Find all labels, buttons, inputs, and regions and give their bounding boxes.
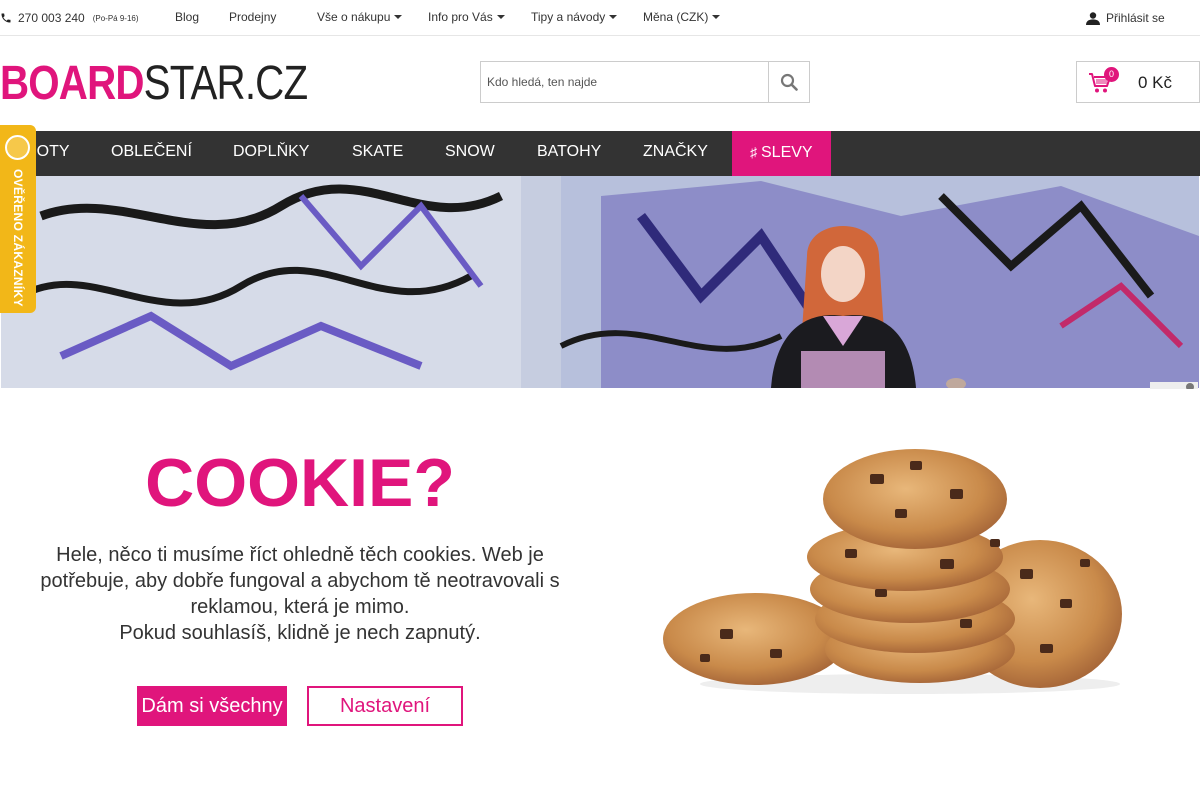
caret-down-icon [496, 15, 505, 19]
phone-number[interactable]: 270 003 240 [18, 11, 85, 25]
tips-label: Tipy a návody [531, 10, 606, 24]
sale-label: SLEVY [761, 144, 813, 161]
cookies-image [663, 449, 1122, 694]
currency-label: Měna (CZK) [643, 10, 709, 24]
cookie-title: COOKIE? [145, 445, 455, 521]
phone-hours: (Po-Pá 9-16) [92, 13, 139, 23]
site-logo[interactable]: BOARD STAR.CZ [0, 57, 308, 110]
nav-item-clothing[interactable]: OBLEČENÍ [111, 131, 192, 176]
search-icon [780, 73, 798, 91]
logo-board: BOARD [0, 57, 144, 110]
blog-link[interactable]: Blog [175, 10, 199, 24]
search-input[interactable] [481, 62, 768, 102]
cookie-text-agree: Pokud souhlasíš, klidně je nech zapnutý. [119, 622, 481, 644]
cookie-text-main: Hele, něco ti musíme říct ohledně těch c… [40, 544, 560, 618]
search-bar [480, 61, 810, 103]
info-for-you-dropdown[interactable]: Info pro Vás [428, 10, 505, 24]
nav-item-skate[interactable]: SKATE [352, 131, 403, 176]
nav-item-snow[interactable]: SNOW [445, 131, 495, 176]
tips-dropdown[interactable]: Tipy a návody [531, 10, 618, 24]
user-icon [1086, 11, 1100, 25]
nav-item-accessories[interactable]: DOPLŇKY [233, 131, 309, 176]
login-link[interactable]: Přihlásit se [1086, 11, 1165, 25]
shopping-info-label: Vše o nákupu [317, 10, 391, 24]
cart-total: 0 Kč [1137, 73, 1172, 92]
nav-item-backpacks[interactable]: BATOHY [537, 131, 601, 176]
nav-item-sale[interactable]: ♯ SLEVY [732, 131, 831, 176]
stores-link[interactable]: Prodejny [229, 10, 276, 24]
hero-graffiti-image [1, 176, 1199, 388]
top-bar: 270 003 240 (Po-Pá 9-16) Blog Prodejny V… [0, 0, 1200, 36]
shopping-info-dropdown[interactable]: Vše o nákupu [317, 10, 403, 24]
nav-item-brands[interactable]: ZNAČKY [643, 131, 708, 176]
main-nav: BOTY OBLEČENÍ DOPLŇKY SKATE SNOW BATOHY … [0, 131, 1200, 176]
phone-icon [1, 13, 11, 23]
tag-icon: ♯ [750, 144, 757, 160]
info-for-you-label: Info pro Vás [428, 10, 493, 24]
login-label: Přihlásit se [1106, 11, 1165, 25]
cookie-settings-button[interactable]: Nastavení [307, 686, 463, 726]
logo-star: STAR.CZ [143, 57, 308, 110]
verified-label: OVĚŘENO ZÁKAZNÍKY [11, 169, 25, 307]
cart-count-badge: 0 [1104, 67, 1119, 82]
cookie-consent-panel: COOKIE? Hele, něco ti musíme říct ohledn… [0, 389, 1200, 800]
cart-button[interactable]: 0 0 Kč [1076, 61, 1200, 103]
verified-seal-icon [5, 135, 30, 160]
verified-customers-badge[interactable]: OVĚŘENO ZÁKAZNÍKY [0, 125, 36, 313]
hero-banner[interactable] [1, 176, 1199, 388]
caret-down-icon [712, 15, 721, 19]
caret-down-icon [609, 15, 618, 19]
accept-all-cookies-button[interactable]: Dám si všechny [137, 686, 287, 726]
currency-dropdown[interactable]: Měna (CZK) [643, 10, 721, 24]
cookie-text: Hele, něco ti musíme říct ohledně těch c… [0, 542, 600, 646]
search-button[interactable] [768, 62, 809, 102]
phone-contact[interactable]: 270 003 240 (Po-Pá 9-16) [0, 11, 139, 25]
caret-down-icon [394, 15, 403, 19]
